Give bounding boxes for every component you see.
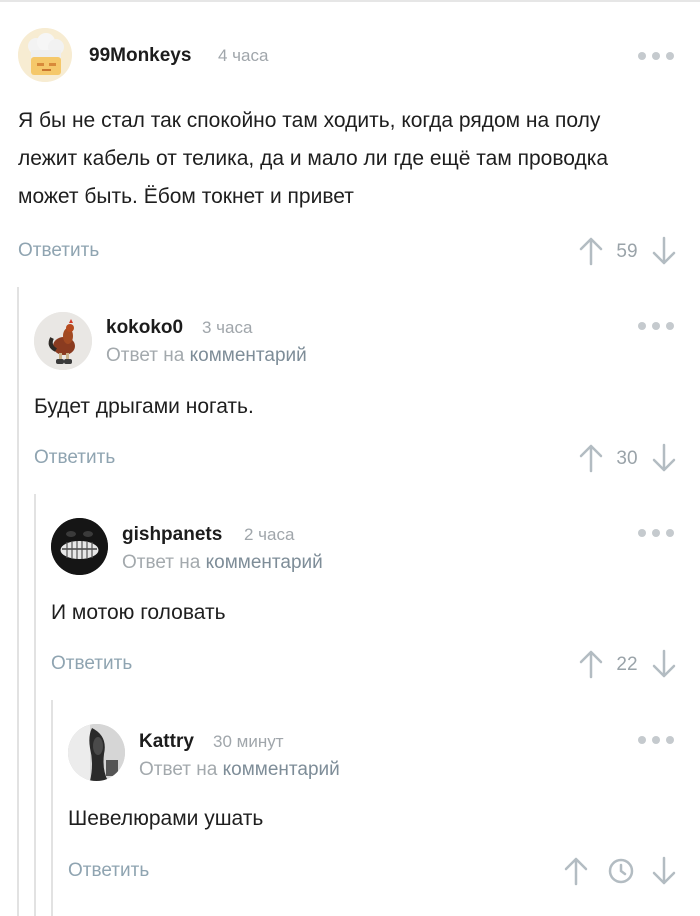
author-name[interactable]: gishpanets xyxy=(122,524,222,546)
upvote-arrow-icon[interactable] xyxy=(578,443,604,473)
reply-to-comment-link[interactable]: комментарий xyxy=(206,552,323,573)
thread-line-level-3 xyxy=(51,700,53,916)
author-name[interactable]: Kattry xyxy=(139,731,194,753)
reply-button[interactable]: Ответить xyxy=(68,860,149,882)
reply-to-label: Ответ на комментарий xyxy=(122,552,323,574)
rooster-avatar[interactable] xyxy=(34,312,92,370)
comment-time: 2 часа xyxy=(244,525,295,544)
downvote-arrow-icon[interactable] xyxy=(651,443,677,473)
reply-to-label: Ответ на комментарий xyxy=(139,759,340,781)
author-name[interactable]: kokoko0 xyxy=(106,317,183,339)
vote-score: 59 xyxy=(616,241,638,262)
upvote-arrow-icon[interactable] xyxy=(563,856,589,886)
comment-time: 3 часа xyxy=(202,318,253,337)
clock-icon xyxy=(608,858,634,884)
downvote-arrow-icon[interactable] xyxy=(651,649,677,679)
upvote-arrow-icon[interactable] xyxy=(578,649,604,679)
grin-face-avatar[interactable] xyxy=(51,518,108,575)
author-name[interactable]: 99Monkeys xyxy=(89,45,191,67)
reply-to-prefix: Ответ на xyxy=(122,552,201,573)
comment-time: 4 часа xyxy=(218,46,269,65)
reply-button[interactable]: Ответить xyxy=(51,653,132,675)
thread-line-level-1 xyxy=(17,287,19,916)
reply-to-prefix: Ответ на xyxy=(106,345,185,366)
photo-avatar[interactable] xyxy=(68,724,125,781)
reply-to-prefix: Ответ на xyxy=(139,759,218,780)
comment-text: Шевелюрами ушать xyxy=(68,807,264,830)
comment-time: 30 минут xyxy=(213,732,284,751)
comment-text: Я бы не стал так спокойно там ходить, ко… xyxy=(18,109,609,208)
reply-button[interactable]: Ответить xyxy=(18,240,99,262)
vote-score: 22 xyxy=(616,654,638,675)
downvote-arrow-icon[interactable] xyxy=(651,236,677,266)
comment-text: Будет дрыгами ногать. xyxy=(34,395,254,418)
reply-button[interactable]: Ответить xyxy=(34,447,115,469)
more-options-button[interactable] xyxy=(638,734,678,746)
reply-to-comment-link[interactable]: комментарий xyxy=(223,759,340,780)
reply-to-label: Ответ на комментарий xyxy=(106,345,307,367)
more-options-button[interactable] xyxy=(638,320,678,332)
more-options-button[interactable] xyxy=(638,50,678,62)
top-divider xyxy=(0,0,700,2)
chef-hat-avatar[interactable] xyxy=(18,28,72,82)
thread-line-level-2 xyxy=(34,494,36,916)
reply-to-comment-link[interactable]: комментарий xyxy=(190,345,307,366)
more-options-button[interactable] xyxy=(638,527,678,539)
vote-score: 30 xyxy=(616,448,638,469)
upvote-arrow-icon[interactable] xyxy=(578,236,604,266)
comment-text: И мотою головать xyxy=(51,601,226,624)
downvote-arrow-icon[interactable] xyxy=(651,856,677,886)
